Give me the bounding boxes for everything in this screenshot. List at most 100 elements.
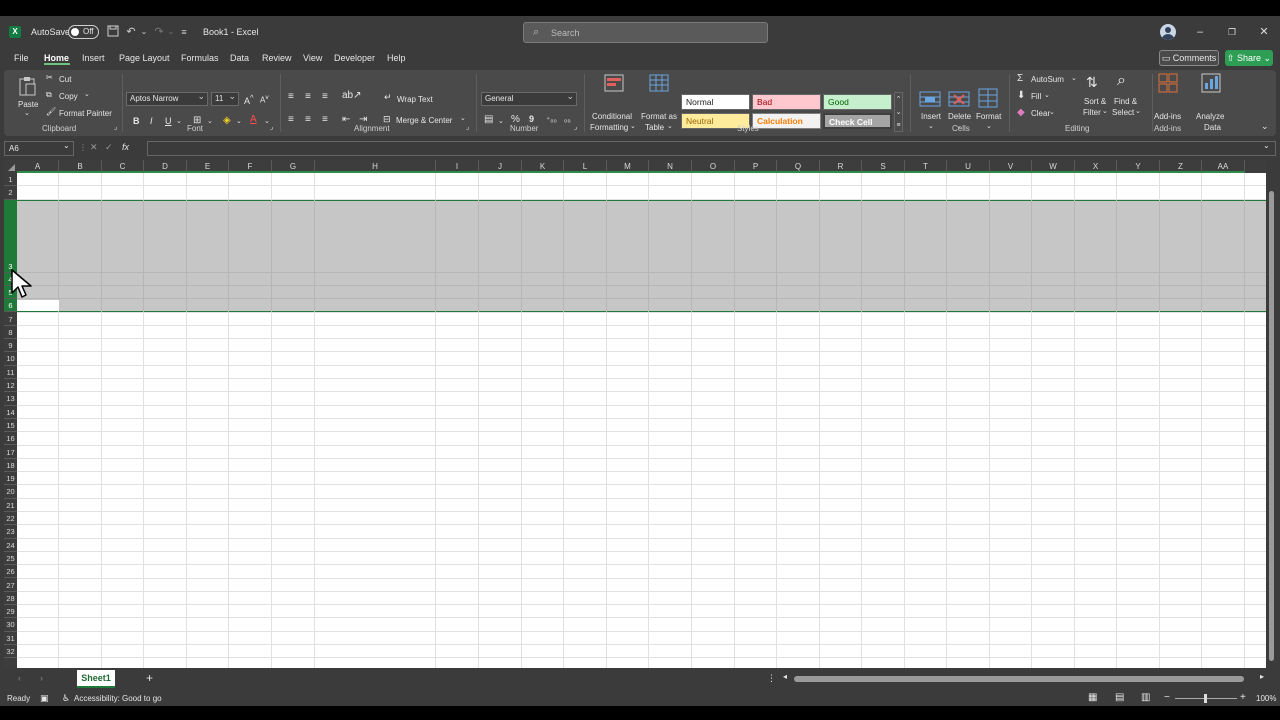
sort-filter-label-1[interactable]: Sort & bbox=[1084, 97, 1106, 106]
row-header-27[interactable]: 27 bbox=[4, 579, 17, 592]
row-header-16[interactable]: 16 bbox=[4, 432, 17, 446]
column-header-r[interactable]: R bbox=[820, 160, 862, 173]
comma-style-icon[interactable]: 9 bbox=[529, 114, 534, 124]
align-top-icon[interactable]: ≡ bbox=[288, 91, 294, 102]
column-header-i[interactable]: I bbox=[436, 160, 479, 173]
delete-cells-label[interactable]: Delete bbox=[948, 112, 971, 121]
format-as-table-label-1[interactable]: Format as bbox=[641, 112, 677, 121]
zoom-in-icon[interactable]: + bbox=[1240, 692, 1246, 703]
tab-file[interactable]: File bbox=[14, 53, 29, 63]
align-bottom-icon[interactable]: ≡ bbox=[322, 91, 328, 102]
collapse-ribbon-icon[interactable]: ⌄ bbox=[1261, 121, 1269, 132]
number-launcher-icon[interactable]: ⌟ bbox=[574, 123, 577, 131]
format-cells-icon[interactable] bbox=[978, 88, 998, 108]
row-header-22[interactable]: 22 bbox=[4, 512, 17, 526]
autosum-icon[interactable]: Σ bbox=[1017, 73, 1023, 84]
zoom-level[interactable]: 100% bbox=[1256, 694, 1276, 703]
autosum-label[interactable]: AutoSum bbox=[1031, 75, 1064, 84]
font-size-dropdown[interactable]: 11 bbox=[211, 90, 239, 106]
save-icon[interactable] bbox=[106, 25, 120, 39]
zoom-out-icon[interactable]: − bbox=[1164, 692, 1170, 703]
accounting-format-icon[interactable]: ▤ bbox=[484, 114, 493, 125]
font-color-dropdown-icon[interactable]: ⌄ bbox=[264, 117, 270, 125]
row-header-19[interactable]: 19 bbox=[4, 472, 17, 486]
zoom-slider-handle[interactable] bbox=[1204, 694, 1207, 703]
find-select-label-1[interactable]: Find & bbox=[1114, 97, 1137, 106]
format-painter-label[interactable]: Format Painter bbox=[59, 109, 112, 118]
column-header-x[interactable]: X bbox=[1075, 160, 1117, 173]
minimize-icon[interactable]: – bbox=[1193, 24, 1207, 40]
accessibility-status[interactable]: Accessibility: Good to go bbox=[74, 694, 162, 703]
column-header-g[interactable]: G bbox=[272, 160, 315, 173]
style-bad[interactable]: Bad bbox=[752, 94, 821, 110]
format-as-table-label-2[interactable]: Table bbox=[645, 123, 664, 132]
tab-developer[interactable]: Developer bbox=[334, 53, 375, 63]
row-header-20[interactable]: 20 bbox=[4, 485, 17, 499]
clear-dropdown-icon[interactable]: ⌄ bbox=[1049, 108, 1055, 116]
tab-formulas[interactable]: Formulas bbox=[181, 53, 219, 63]
align-center-icon[interactable]: ≡ bbox=[305, 114, 311, 125]
borders-dropdown-icon[interactable]: ⌄ bbox=[207, 117, 213, 125]
horizontal-scrollbar[interactable] bbox=[784, 675, 1264, 683]
add-ins-label[interactable]: Add-ins bbox=[1154, 112, 1181, 121]
font-launcher-icon[interactable]: ⌟ bbox=[270, 123, 273, 131]
copy-label[interactable]: Copy bbox=[59, 92, 78, 101]
sheet-tab-sheet1[interactable]: Sheet1 bbox=[77, 670, 115, 688]
row-header-6[interactable]: 6 bbox=[4, 299, 17, 313]
row-header-9[interactable]: 9 bbox=[4, 339, 17, 353]
column-header-e[interactable]: E bbox=[187, 160, 229, 173]
column-header-a[interactable]: A bbox=[17, 160, 59, 173]
autosave-toggle[interactable]: Off bbox=[68, 25, 99, 39]
customize-toolbar-icon[interactable]: ≡ bbox=[177, 25, 191, 39]
selected-rows-highlight[interactable] bbox=[17, 199, 1266, 313]
find-dropdown-icon[interactable]: ⌄ bbox=[1135, 107, 1141, 115]
page-layout-view-icon[interactable]: ▤ bbox=[1115, 692, 1124, 703]
row-header-25[interactable]: 25 bbox=[4, 552, 17, 566]
column-header-k[interactable]: K bbox=[522, 160, 564, 173]
insert-function-icon[interactable]: fx bbox=[122, 142, 129, 152]
autosum-dropdown-icon[interactable]: ⌄ bbox=[1071, 74, 1077, 82]
orientation-icon[interactable]: ab↗ bbox=[342, 90, 362, 101]
column-header-y[interactable]: Y bbox=[1117, 160, 1160, 173]
row-header-24[interactable]: 24 bbox=[4, 539, 17, 552]
bold-button[interactable]: B bbox=[133, 116, 140, 126]
row-header-23[interactable]: 23 bbox=[4, 525, 17, 539]
sort-filter-icon[interactable]: ⇅ bbox=[1086, 74, 1098, 91]
vertical-scroll-thumb[interactable] bbox=[1269, 191, 1274, 661]
clear-label[interactable]: Clear bbox=[1031, 109, 1050, 118]
styles-gallery-scroll[interactable]: ⌃ ⌄ ≡ bbox=[894, 92, 903, 132]
column-header-v[interactable]: V bbox=[990, 160, 1032, 173]
row-header-26[interactable]: 26 bbox=[4, 565, 17, 579]
row-header-8[interactable]: 8 bbox=[4, 326, 17, 340]
column-header-o[interactable]: O bbox=[692, 160, 735, 173]
italic-button[interactable]: I bbox=[150, 116, 153, 126]
close-icon[interactable]: ✕ bbox=[1257, 24, 1271, 40]
column-header-z[interactable]: Z bbox=[1160, 160, 1202, 173]
number-format-dropdown[interactable]: General bbox=[481, 90, 577, 106]
merge-center-label[interactable]: Merge & Center bbox=[396, 116, 452, 125]
user-avatar[interactable] bbox=[1160, 24, 1176, 40]
row-header-18[interactable]: 18 bbox=[4, 459, 17, 473]
accounting-dropdown-icon[interactable]: ⌄ bbox=[498, 117, 504, 125]
cut-icon[interactable]: ✂ bbox=[46, 73, 53, 82]
accessibility-icon[interactable]: ♿ bbox=[62, 693, 70, 704]
row-header-1[interactable]: 1 bbox=[4, 173, 17, 187]
style-check-cell[interactable]: Check Cell bbox=[823, 113, 892, 129]
row-header-7[interactable]: 7 bbox=[4, 313, 17, 326]
column-header-l[interactable]: L bbox=[564, 160, 607, 173]
column-header-q[interactable]: Q bbox=[777, 160, 820, 173]
clear-icon[interactable]: ◆ bbox=[1017, 107, 1025, 118]
align-right-icon[interactable]: ≡ bbox=[322, 114, 328, 125]
merge-dropdown-icon[interactable]: ⌄ bbox=[460, 114, 466, 122]
format-as-table-icon[interactable] bbox=[649, 74, 669, 92]
style-calculation[interactable]: Calculation bbox=[752, 113, 821, 129]
column-header-f[interactable]: F bbox=[229, 160, 272, 173]
tab-view[interactable]: View bbox=[303, 53, 322, 63]
next-sheet-icon[interactable]: › bbox=[40, 673, 43, 683]
conditional-formatting-label-2[interactable]: Formatting bbox=[590, 123, 628, 132]
underline-dropdown-icon[interactable]: ⌄ bbox=[176, 117, 182, 125]
tab-page-layout[interactable]: Page Layout bbox=[119, 53, 170, 63]
insert-cells-icon[interactable] bbox=[919, 90, 941, 108]
tab-home[interactable]: Home bbox=[44, 53, 69, 63]
style-normal[interactable]: Normal bbox=[681, 94, 750, 110]
